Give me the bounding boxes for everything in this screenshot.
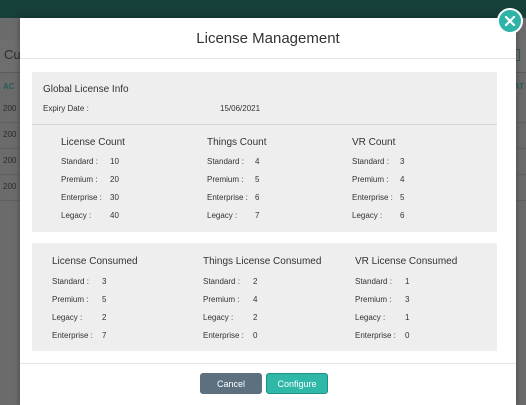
expiry-date-value: 15/06/2021 [220, 104, 261, 113]
row-value: 7 [255, 211, 260, 220]
vr-consumed-enterprise: Enterprise : 0 [355, 331, 409, 340]
row-value: 20 [110, 175, 119, 184]
license-count-title: License Count [61, 137, 125, 148]
license-consumed-section: License Consumed Standard :3 Premium :5 … [32, 243, 497, 351]
row-label: Premium : [355, 295, 392, 304]
modal-header-divider [20, 58, 516, 59]
row-value: 0 [253, 331, 258, 340]
license-count-legacy: Legacy : 40 [61, 211, 119, 220]
vr-count-enterprise: Enterprise : 5 [352, 193, 404, 202]
modal-title: License Management [196, 30, 340, 47]
row-value: 4 [253, 295, 258, 304]
row-value: 5 [255, 175, 260, 184]
row-label: Enterprise : [203, 331, 244, 340]
table-cell: 200 [3, 156, 17, 165]
license-management-modal: License Management Global License Info E… [20, 18, 516, 405]
things-consumed-enterprise: Enterprise : 0 [203, 331, 257, 340]
row-label: Standard : [203, 277, 240, 286]
license-consumed-title: License Consumed [52, 256, 138, 267]
row-label: Legacy : [355, 313, 386, 322]
row-label: Premium : [203, 295, 240, 304]
row-label: Legacy : [61, 211, 92, 220]
row-value: 30 [110, 193, 119, 202]
things-consumed-legacy: Legacy : 2 [203, 313, 257, 322]
license-count-standard: Standard : 10 [61, 157, 119, 166]
section-divider [32, 124, 497, 125]
app-tab-label: Cu [4, 47, 21, 62]
row-label: Premium : [52, 295, 89, 304]
close-icon [504, 15, 516, 27]
things-count-legacy: Legacy : 7 [207, 211, 259, 220]
table-cell: 200 [3, 104, 17, 113]
row-label: Legacy : [207, 211, 238, 220]
things-count-title: Things Count [207, 137, 267, 148]
app-top-bar [0, 0, 526, 18]
things-count-standard: Standard : 4 [207, 157, 259, 166]
row-value: 1 [405, 313, 410, 322]
vr-consumed-standard: Standard : 1 [355, 277, 409, 286]
table-cell: 200 [3, 130, 17, 139]
row-value: 2 [102, 313, 107, 322]
vr-count-standard: Standard : 3 [352, 157, 404, 166]
vr-consumed-premium: Premium : 3 [355, 295, 409, 304]
row-value: 6 [400, 211, 405, 220]
row-label: Enterprise : [355, 331, 396, 340]
row-value: 3 [400, 157, 405, 166]
things-consumed-premium: Premium : 4 [203, 295, 257, 304]
row-label: Enterprise : [52, 331, 93, 340]
row-value: 4 [255, 157, 260, 166]
row-value: 7 [102, 331, 107, 340]
row-value: 4 [400, 175, 405, 184]
table-cell: 200 [3, 182, 17, 191]
license-consumed-premium: Premium : 5 [52, 295, 106, 304]
row-label: Premium : [352, 175, 389, 184]
row-label: Standard : [52, 277, 89, 286]
row-label: Enterprise : [207, 193, 248, 202]
row-label: Enterprise : [61, 193, 102, 202]
vr-count-premium: Premium : 4 [352, 175, 404, 184]
row-value: 6 [255, 193, 260, 202]
license-info-section: Global License Info Expiry Date : 15/06/… [32, 72, 497, 232]
row-label: Standard : [355, 277, 392, 286]
things-count-enterprise: Enterprise : 6 [207, 193, 259, 202]
global-license-info-title: Global License Info [43, 84, 129, 95]
license-count-enterprise: Enterprise : 30 [61, 193, 119, 202]
row-label: Enterprise : [352, 193, 393, 202]
row-value: 1 [405, 277, 410, 286]
cancel-button[interactable]: Cancel [200, 373, 262, 394]
app-column-header-left: AC [3, 82, 15, 91]
row-value: 3 [405, 295, 410, 304]
vr-license-consumed-title: VR License Consumed [355, 256, 458, 267]
things-count-premium: Premium : 5 [207, 175, 259, 184]
close-button[interactable] [497, 8, 523, 34]
vr-count-legacy: Legacy : 6 [352, 211, 404, 220]
row-value: 2 [253, 313, 258, 322]
license-consumed-legacy: Legacy : 2 [52, 313, 106, 322]
vr-consumed-legacy: Legacy : 1 [355, 313, 409, 322]
configure-button[interactable]: Configure [266, 373, 328, 394]
row-label: Legacy : [352, 211, 383, 220]
row-value: 2 [253, 277, 258, 286]
row-value: 5 [400, 193, 405, 202]
row-value: 40 [110, 211, 119, 220]
row-label: Standard : [61, 157, 98, 166]
row-label: Standard : [352, 157, 389, 166]
license-count-premium: Premium : 20 [61, 175, 119, 184]
row-label: Premium : [61, 175, 98, 184]
things-consumed-standard: Standard : 2 [203, 277, 257, 286]
row-label: Premium : [207, 175, 244, 184]
row-value: 0 [405, 331, 410, 340]
license-consumed-enterprise: Enterprise : 7 [52, 331, 106, 340]
modal-footer-divider [20, 363, 516, 364]
row-label: Legacy : [52, 313, 83, 322]
row-label: Standard : [207, 157, 244, 166]
vr-count-title: VR Count [352, 137, 396, 148]
row-value: 5 [102, 295, 107, 304]
license-consumed-standard: Standard : 3 [52, 277, 106, 286]
row-value: 10 [110, 157, 119, 166]
expiry-date-label: Expiry Date : [43, 104, 89, 113]
row-label: Legacy : [203, 313, 234, 322]
row-value: 3 [102, 277, 107, 286]
things-license-consumed-title: Things License Consumed [203, 256, 322, 267]
